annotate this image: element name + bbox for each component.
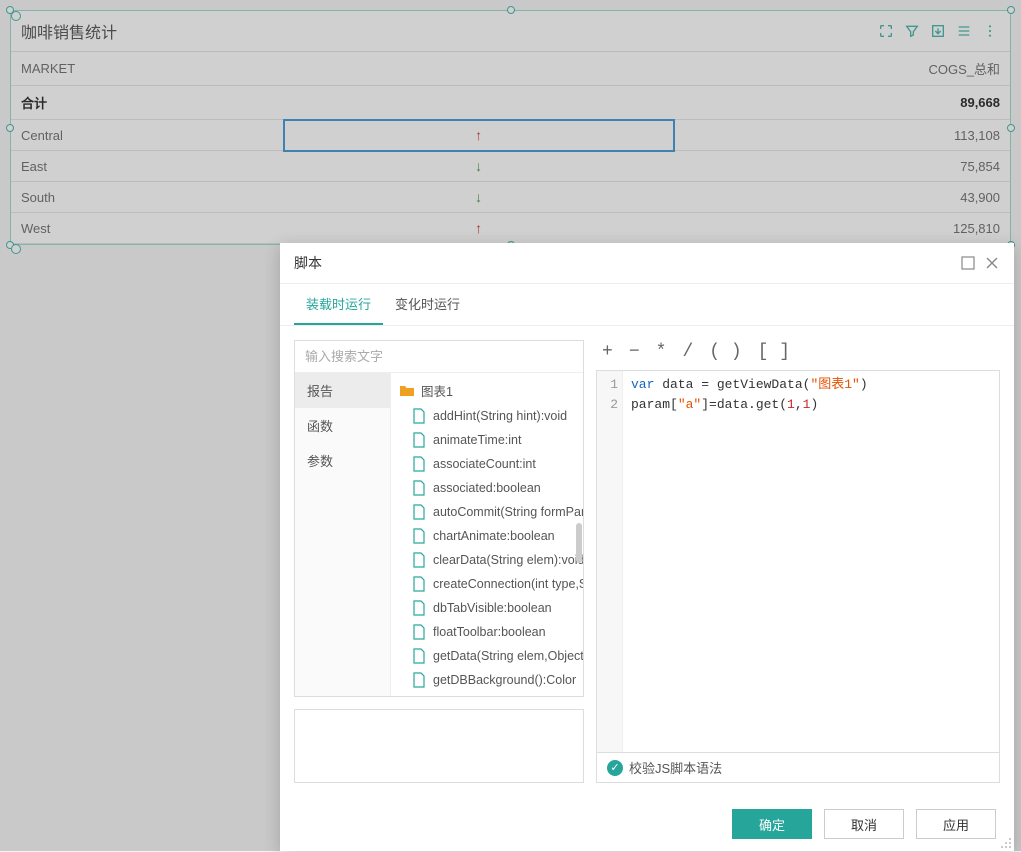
dialog-title: 脚本 xyxy=(294,253,322,273)
tree-item[interactable]: createConnection(int type,String name):C… xyxy=(391,572,583,596)
tree-item[interactable]: associateCount:int xyxy=(391,452,583,476)
op-bracket[interactable]: [ ] xyxy=(758,342,790,362)
file-icon xyxy=(411,408,427,424)
scrollbar-track[interactable] xyxy=(575,373,583,696)
cancel-button[interactable]: 取消 xyxy=(824,809,904,839)
left-column: 报告 函数 参数 图表1 addHint(String hint):void a… xyxy=(294,340,584,783)
validate-bar[interactable]: ✓ 校验JS脚本语法 xyxy=(596,753,1000,783)
file-icon xyxy=(411,624,427,640)
line-number: 2 xyxy=(597,395,618,415)
ok-button[interactable]: 确定 xyxy=(732,809,812,839)
file-icon xyxy=(411,528,427,544)
resize-grip-icon[interactable] xyxy=(1000,837,1012,849)
file-icon xyxy=(411,456,427,472)
tree-item[interactable]: clearData(String elem):void xyxy=(391,548,583,572)
right-column: + − * / ( ) [ ] 1 2 var data = getViewDa… xyxy=(596,340,1000,783)
tab-load-run[interactable]: 装载时运行 xyxy=(294,284,383,325)
file-icon xyxy=(411,600,427,616)
dialog-header: 脚本 xyxy=(280,243,1014,284)
tree-item-label: chartAnimate:boolean xyxy=(433,529,555,543)
code-editor[interactable]: 1 2 var data = getViewData("图表1") param["… xyxy=(596,370,1000,753)
editor-toolbar: + − * / ( ) [ ] xyxy=(596,340,1000,370)
category-function[interactable]: 函数 xyxy=(295,408,390,443)
function-tree[interactable]: 图表1 addHint(String hint):void animateTim… xyxy=(391,373,583,696)
line-number: 1 xyxy=(597,375,618,395)
dialog-header-actions xyxy=(960,255,1000,271)
tree-item[interactable]: floatToolbar:boolean xyxy=(391,620,583,644)
category-param[interactable]: 参数 xyxy=(295,443,390,478)
tree-item-label: clearData(String elem):void xyxy=(433,553,583,567)
line-gutter: 1 2 xyxy=(597,371,623,752)
file-icon xyxy=(411,504,427,520)
tab-change-run[interactable]: 变化时运行 xyxy=(383,284,472,325)
tree-item-label: createConnection(int type,String name):C… xyxy=(433,577,583,591)
file-icon xyxy=(411,672,427,688)
dialog-footer: 确定 取消 应用 xyxy=(280,797,1014,851)
tree-item[interactable]: animateTime:int xyxy=(391,428,583,452)
tree-item-label: dbTabVisible:boolean xyxy=(433,601,552,615)
search-input[interactable] xyxy=(295,341,583,372)
validate-label: 校验JS脚本语法 xyxy=(629,758,722,777)
tree-item[interactable]: getData(String elem,Object otype):Object xyxy=(391,644,583,668)
file-icon xyxy=(411,648,427,664)
tok: param[ xyxy=(631,397,678,412)
tree-item-label: floatToolbar:boolean xyxy=(433,625,546,639)
op-star[interactable]: * xyxy=(656,342,667,362)
tree-item[interactable]: chartAnimate:boolean xyxy=(391,524,583,548)
code-area[interactable]: var data = getViewData("图表1") param["a"]=… xyxy=(623,371,999,752)
tree-folder[interactable]: 图表1 xyxy=(391,377,583,404)
tree-item-label: addHint(String hint):void xyxy=(433,409,567,423)
apply-button[interactable]: 应用 xyxy=(916,809,996,839)
tree-item[interactable]: associated:boolean xyxy=(391,476,583,500)
tree-item-label: autoCommit(String formParmeter):void xyxy=(433,505,583,519)
tree-item[interactable]: getDBBackground():Color xyxy=(391,668,583,692)
op-slash[interactable]: / xyxy=(682,342,693,362)
tree-item-label: associateCount:int xyxy=(433,457,536,471)
dialog-tabs: 装载时运行 变化时运行 xyxy=(280,284,1014,326)
maximize-icon[interactable] xyxy=(960,255,976,271)
op-minus[interactable]: − xyxy=(629,342,640,362)
tree-item-label: getDBBackground():Color xyxy=(433,673,576,687)
tok: ]=data.get( xyxy=(701,397,787,412)
file-icon xyxy=(411,576,427,592)
scrollbar-thumb[interactable] xyxy=(576,523,582,563)
tree-item-label: associated:boolean xyxy=(433,481,541,495)
description-box xyxy=(294,709,584,783)
tok: , xyxy=(795,397,803,412)
script-dialog: 脚本 装载时运行 变化时运行 报告 函数 参数 xyxy=(280,243,1014,851)
folder-icon xyxy=(399,383,415,399)
tok: "图表1" xyxy=(810,377,859,392)
tok: ) xyxy=(860,377,868,392)
dialog-body: 报告 函数 参数 图表1 addHint(String hint):void a… xyxy=(280,326,1014,797)
tok: var xyxy=(631,377,654,392)
tree-item[interactable]: autoCommit(String formParmeter):void xyxy=(391,500,583,524)
tok: data = getViewData( xyxy=(654,377,810,392)
op-plus[interactable]: + xyxy=(602,342,613,362)
browse-split: 报告 函数 参数 图表1 addHint(String hint):void a… xyxy=(295,373,583,696)
tok: 1 xyxy=(787,397,795,412)
check-icon: ✓ xyxy=(607,760,623,776)
op-paren[interactable]: ( ) xyxy=(709,342,741,362)
category-list: 报告 函数 参数 xyxy=(295,373,391,696)
tok: "a" xyxy=(678,397,701,412)
tree-item-label: getData(String elem,Object otype):Object xyxy=(433,649,583,663)
tree-folder-label: 图表1 xyxy=(421,381,453,400)
tree-item-label: animateTime:int xyxy=(433,433,521,447)
category-report[interactable]: 报告 xyxy=(295,373,390,408)
file-icon xyxy=(411,480,427,496)
file-icon xyxy=(411,432,427,448)
tree-item[interactable]: dbTabVisible:boolean xyxy=(391,596,583,620)
search-wrap xyxy=(295,341,583,373)
file-icon xyxy=(411,552,427,568)
browse-panel: 报告 函数 参数 图表1 addHint(String hint):void a… xyxy=(294,340,584,697)
tree-item[interactable]: addHint(String hint):void xyxy=(391,404,583,428)
close-icon[interactable] xyxy=(984,255,1000,271)
tok: ) xyxy=(810,397,818,412)
